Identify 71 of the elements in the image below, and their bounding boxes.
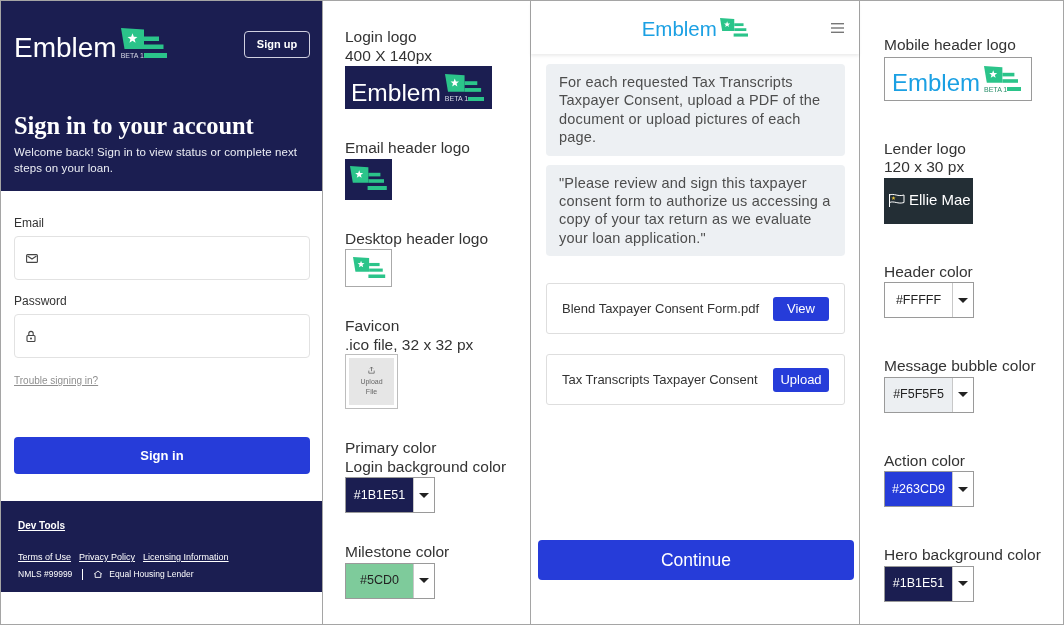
action-button[interactable]: Upload [773, 367, 829, 392]
flag-logo-icon [345, 158, 392, 200]
footer-link[interactable]: Licensing Information [143, 551, 229, 563]
color-picker[interactable]: #FFFFF [884, 282, 974, 318]
setting-label: Hero background color [884, 546, 1042, 565]
input-field[interactable] [14, 236, 310, 280]
caret-icon[interactable] [419, 578, 429, 583]
logo-wordmark: Emblem [892, 73, 981, 93]
house-icon [93, 570, 104, 578]
page-title: Sign in to your account [14, 113, 255, 139]
document-name: Tax Transcripts Taxpayer Consent [562, 371, 758, 389]
setting-label: Login background color [345, 457, 508, 476]
lock-icon [26, 330, 36, 342]
nmls-text: NMLS #99999 [18, 568, 73, 580]
footer-link[interactable]: Privacy Policy [79, 551, 136, 563]
sign-in-button[interactable]: Sign in [14, 437, 310, 474]
sign-up-button[interactable]: Sign up [244, 31, 310, 58]
caret-icon[interactable] [958, 392, 968, 397]
setting-label: Action color [884, 451, 966, 470]
color-picker[interactable]: #1B1E51 [884, 565, 974, 602]
caret-icon[interactable] [958, 297, 968, 303]
setting-label: Lender logo [884, 139, 967, 158]
color-picker[interactable]: #F5F5F5 [884, 376, 974, 413]
caret-icon[interactable] [419, 492, 429, 498]
setting-label: Primary color [345, 439, 438, 458]
color-picker[interactable]: #5CD0 [345, 562, 435, 599]
setting-label: Favicon [345, 317, 401, 336]
color-picker[interactable]: #1B1E51 [345, 477, 435, 513]
dev-tools-link[interactable]: Dev Tools [18, 520, 66, 531]
color-picker[interactable]: #263CD9 [884, 471, 974, 507]
logo-wordmark: Emblem [14, 37, 117, 59]
logo-wordmark: Ellie Mae [909, 190, 971, 211]
logo-wordmark: Emblem [641, 20, 717, 37]
subtitle-text: Welcome back! Sign in to view status or complete next steps on your loan. [14, 145, 299, 176]
caret-icon[interactable] [958, 486, 968, 492]
caret-icon[interactable] [958, 581, 968, 586]
upload-icon [368, 366, 375, 374]
logo-wordmark: Emblem [351, 82, 441, 102]
footer-link[interactable]: Terms of Use [18, 551, 71, 563]
setting-label: Message bubble color [884, 357, 1037, 376]
field-label: Email [14, 215, 45, 231]
setting-label: Mobile header logo [884, 36, 1017, 55]
setting-label: Email header logo [345, 139, 471, 158]
document-name: Blend Taxpayer Consent Form.pdf [562, 300, 760, 318]
color-value[interactable]: #1B1E51 [346, 478, 413, 512]
mail-icon [26, 253, 38, 263]
color-value[interactable]: #1B1E51 [885, 566, 952, 601]
menu-icon[interactable] [831, 22, 844, 33]
housing-text: Equal Housing Lender [109, 568, 194, 580]
setting-label: 400 X 140px [345, 46, 434, 65]
message-bubble: "Please review and sign this taxpayer consent form to authorize us accessing a copy of your tax return as we evaluate your loan application." [546, 164, 845, 257]
flag-logo-icon [888, 193, 906, 208]
flag-logo-icon [444, 74, 484, 93]
flag-logo-icon [345, 249, 392, 287]
input-field[interactable] [14, 314, 310, 358]
setting-label: 120 x 30 px [884, 158, 966, 177]
color-value[interactable]: #263CD9 [885, 472, 952, 506]
color-value[interactable]: #5CD0 [346, 563, 413, 598]
setting-label: Milestone color [345, 543, 451, 562]
setting-label: Desktop header logo [345, 229, 490, 248]
flag-logo-icon [719, 18, 749, 37]
color-value[interactable]: #F5F5F5 [885, 377, 952, 412]
setting-label: .ico file, 32 x 32 px [345, 335, 475, 354]
flag-logo-icon [120, 28, 167, 50]
flag-logo-icon [984, 65, 1021, 84]
action-button[interactable]: View [773, 296, 829, 321]
message-bubble: For each requested Tax Transcripts Taxpayer Consent, upload a PDF of the document or upload pictures of each page. [546, 64, 845, 156]
continue-button[interactable]: Continue [538, 540, 854, 580]
setting-label: Login logo [345, 28, 418, 47]
setting-label: Header color [884, 262, 974, 281]
field-label: Password [14, 293, 68, 309]
